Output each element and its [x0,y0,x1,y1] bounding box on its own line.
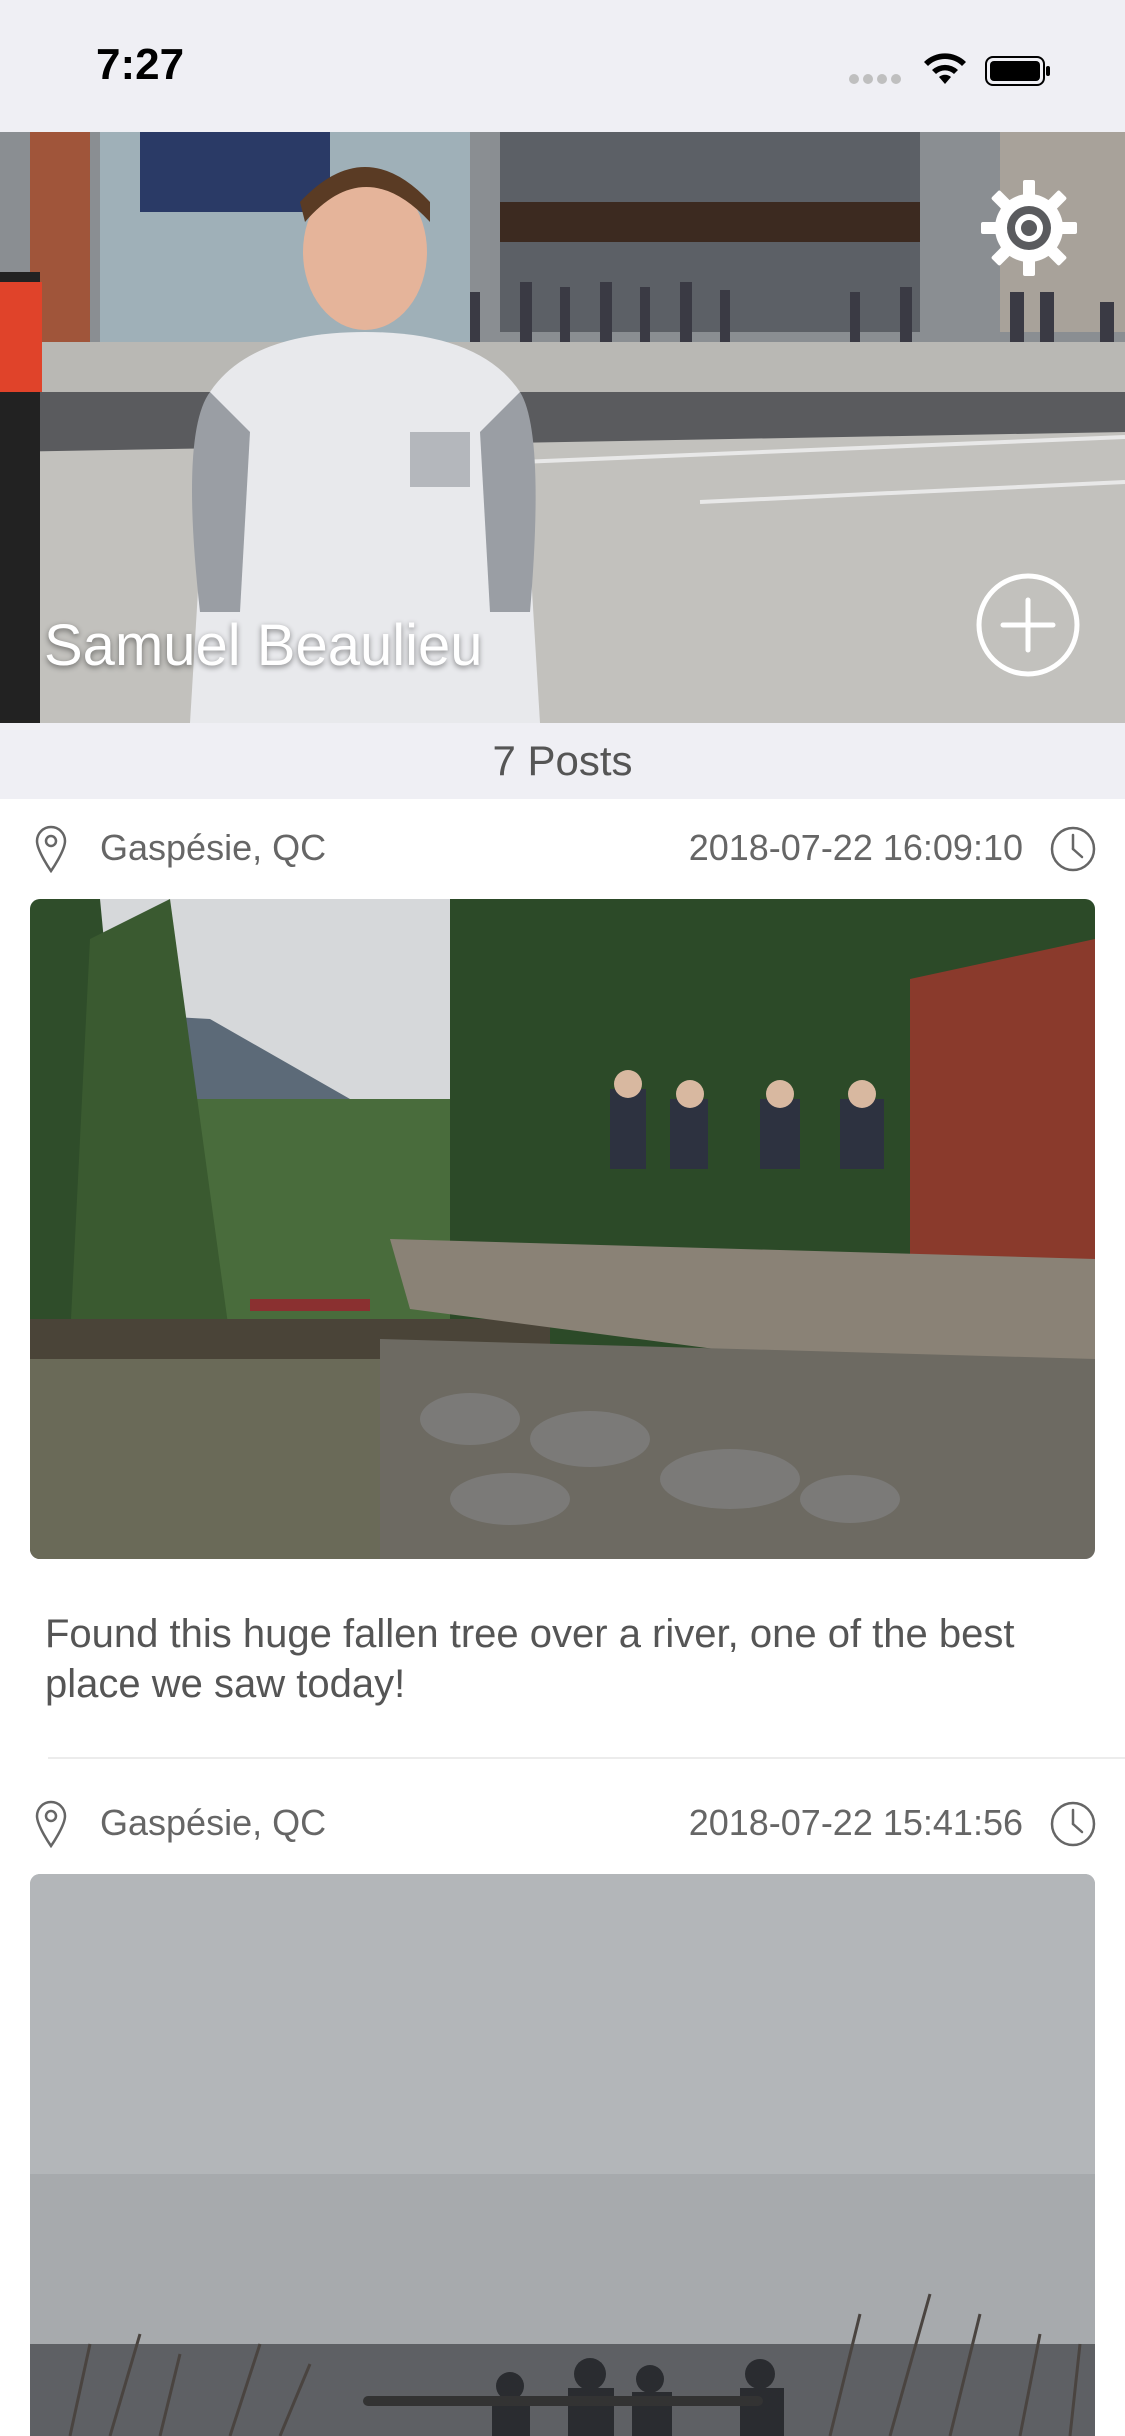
status-time: 7:27 [96,40,185,89]
post-image [30,899,1095,1559]
post-timestamp: 2018-07-22 15:41:56 [688,1802,1023,1843]
post-caption: Found this huge fallen tree over a river… [45,1612,1015,1706]
posts-count: 7 Posts [492,737,633,784]
post-timestamp: 2018-07-22 16:09:10 [688,827,1023,868]
post-divider [48,1757,1125,1759]
post-image [30,1874,1095,2436]
cellular-signal-icon [849,74,903,86]
profile-cover-photo: Samuel Beaulieu [0,132,1125,723]
profile-name: Samuel Beaulieu [44,613,483,678]
plus-circle-icon [976,573,1080,677]
clock-icon [1050,826,1096,872]
post-location: Gaspésie, QC [100,1802,327,1843]
settings-button[interactable] [977,176,1081,280]
clock-icon [1050,1801,1096,1847]
gear-icon [981,180,1077,276]
battery-icon [985,56,1050,86]
post-location: Gaspésie, QC [100,827,327,868]
location-pin-icon [35,1800,67,1848]
post-meta: Gaspésie, QC 2018-07-22 16:09:10 [0,799,1125,899]
add-post-button[interactable] [975,572,1081,678]
wifi-icon [924,53,966,84]
status-bar: 7:27 [0,0,1125,132]
location-pin-icon [35,825,67,873]
home-indicator[interactable] [363,2396,763,2406]
post-photo[interactable] [30,899,1095,1559]
post-photo[interactable] [30,1874,1095,2436]
posts-count-bar: 7 Posts [0,723,1125,799]
post-meta: Gaspésie, QC 2018-07-22 15:41:56 [0,1774,1125,1874]
status-icons [849,50,1089,90]
